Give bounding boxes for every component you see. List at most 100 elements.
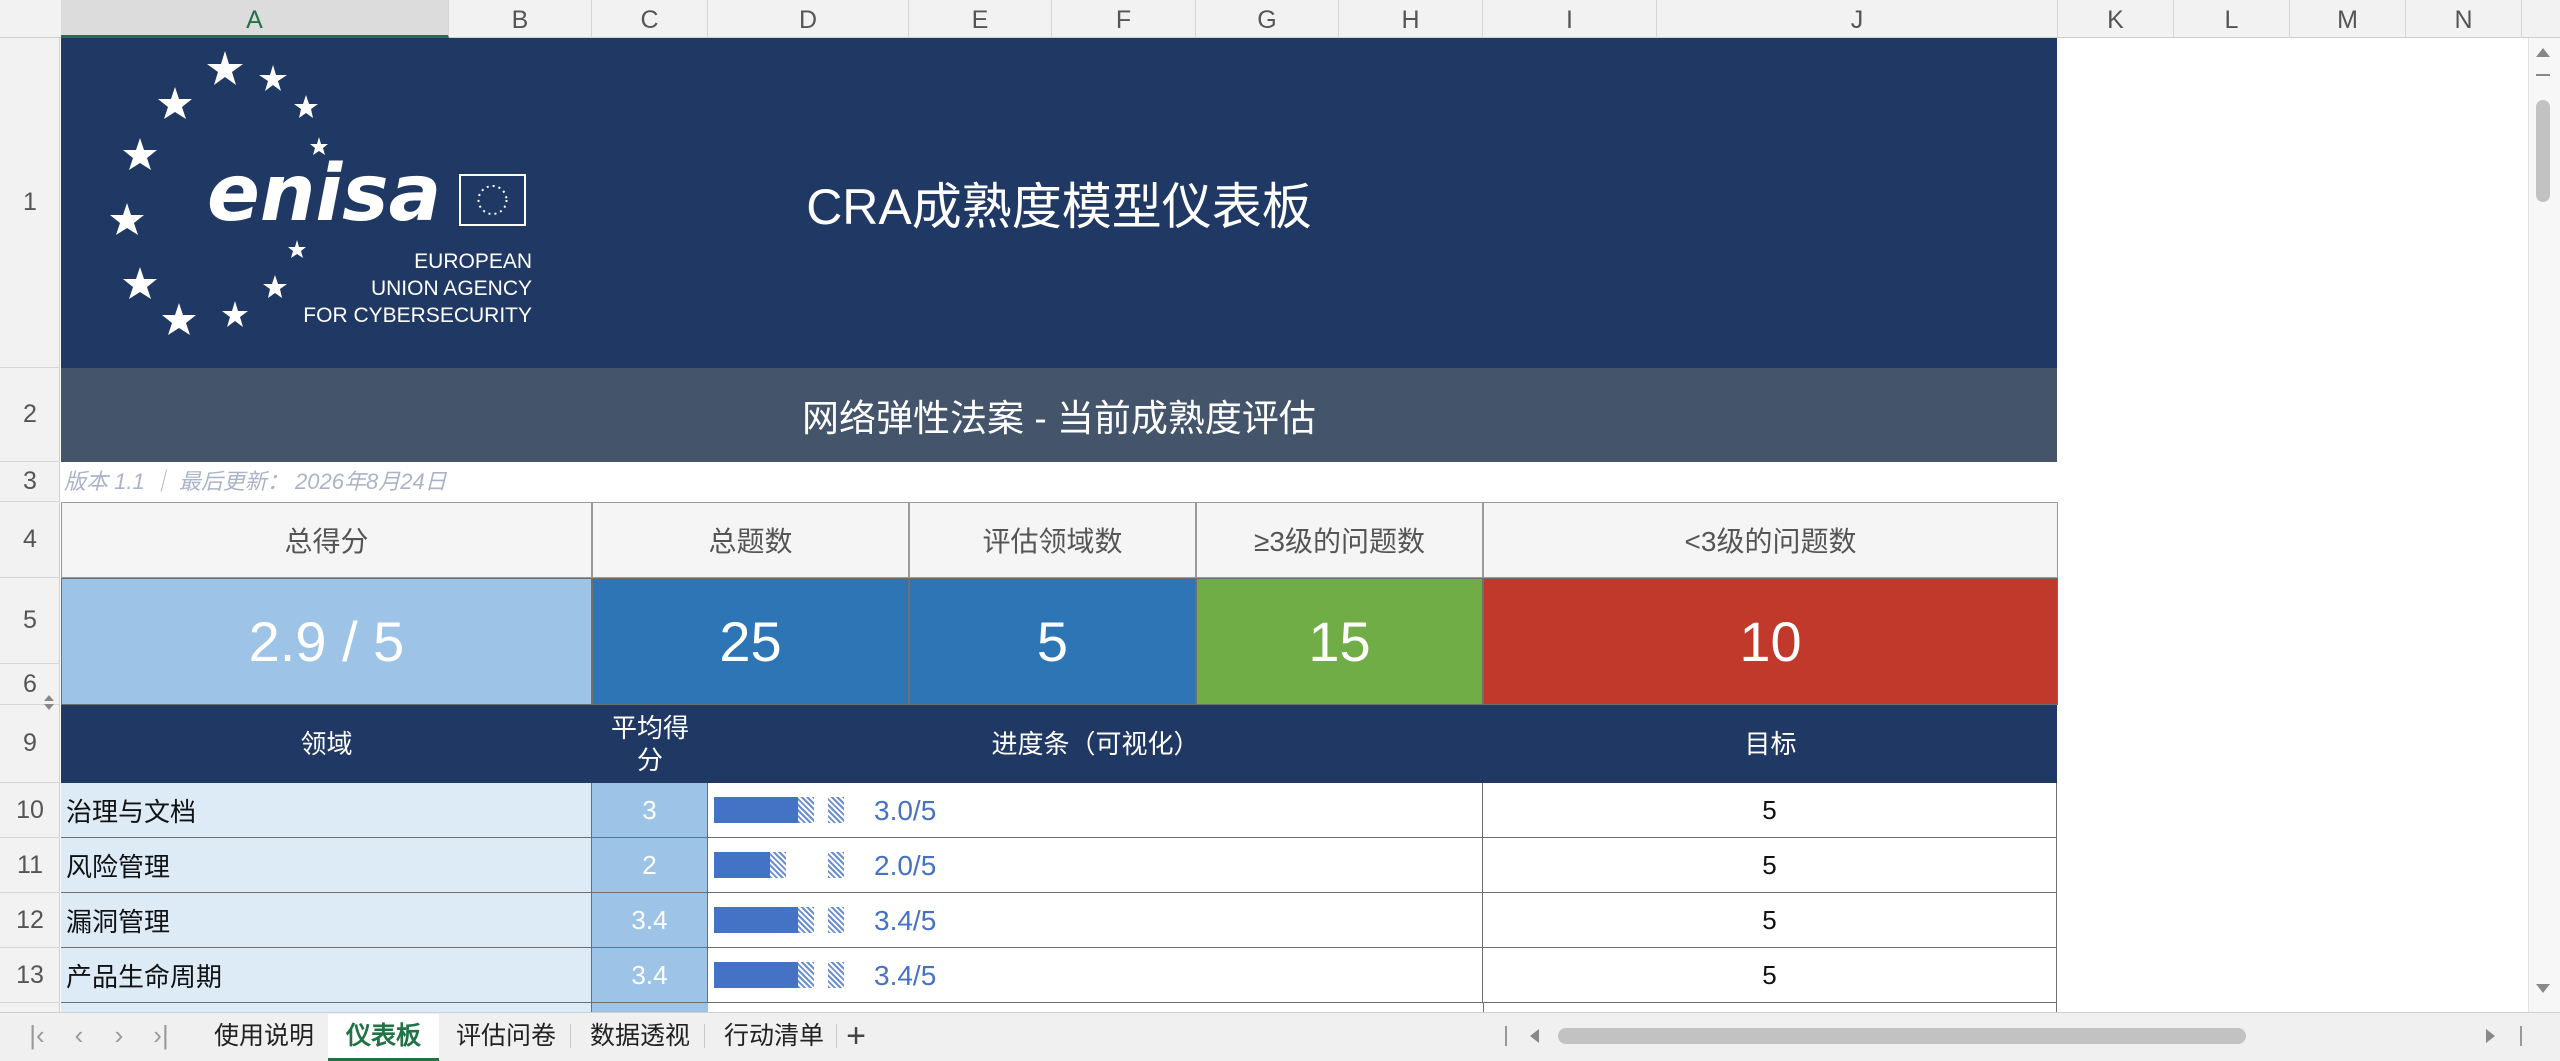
first-sheet-icon[interactable]: |‹	[22, 1020, 52, 1051]
column-header-d[interactable]: D	[708, 0, 909, 38]
horizontal-scroll-thumb[interactable]	[1558, 1028, 2246, 1044]
row-header-9[interactable]: 9	[0, 705, 60, 783]
header-avg-score: 平均得分	[610, 713, 689, 775]
kpi-label-domains: 评估领域数	[909, 502, 1196, 578]
progress-bar-fill	[714, 962, 798, 988]
kpi-label-total-score: 总得分	[61, 502, 592, 578]
score-cell[interactable]: 2	[592, 838, 708, 893]
progress-cell[interactable]: 2.0/5	[708, 838, 1483, 893]
column-header-f[interactable]: F	[1052, 0, 1196, 38]
header-target: 目标	[1744, 729, 1797, 759]
scroll-up-icon[interactable]	[2536, 48, 2550, 57]
progress-bar-partial	[770, 852, 786, 878]
progress-bar-partial	[828, 907, 844, 933]
version-info: 版本 1.1 ｜ 最后更新： 2026年8月24日	[64, 469, 447, 494]
table-row: 漏洞管理 3.4 3.4/5 5	[61, 893, 2057, 948]
progress-text: 3.0/5	[874, 795, 937, 826]
kpi-value-domains: 5	[909, 578, 1196, 705]
column-header-i[interactable]: I	[1483, 0, 1657, 38]
progress-bar-partial	[828, 852, 844, 878]
header-domain: 领域	[300, 729, 353, 759]
row-headers: 1 2 3 4 5 6 9 10 11 12 13	[0, 38, 60, 1012]
progress-bar	[714, 797, 844, 823]
domain-cell[interactable]: 治理与文档	[61, 783, 592, 838]
progress-bar-partial	[798, 797, 814, 823]
partial-row-14	[61, 1003, 2057, 1012]
sheet-tab-instructions[interactable]: 使用说明	[196, 1014, 332, 1058]
column-header-l[interactable]: L	[2174, 0, 2290, 38]
kpi-label-level-ge3: ≥3级的问题数	[1196, 502, 1483, 578]
last-sheet-icon[interactable]: ›|	[146, 1020, 176, 1051]
sheet-tab-actions[interactable]: 行动清单	[706, 1014, 842, 1058]
table-row: 治理与文档 3 3.0/5 5	[61, 783, 2057, 838]
score-cell[interactable]: 3	[592, 783, 708, 838]
header-progress: 进度条（可视化）	[991, 729, 1200, 759]
progress-bar	[714, 907, 844, 933]
target-cell[interactable]: 5	[1483, 893, 2057, 948]
dashboard-subtitle: 网络弹性法案 - 当前成熟度评估	[61, 368, 2057, 462]
collapse-hidden-rows-icon[interactable]	[44, 704, 54, 710]
next-sheet-icon[interactable]: ›	[104, 1020, 134, 1051]
scroll-end-handle[interactable]	[2520, 1026, 2522, 1046]
table-row: 风险管理 2 2.0/5 5	[61, 838, 2057, 893]
scroll-right-icon[interactable]	[2486, 1029, 2495, 1043]
kpi-value-total-score: 2.9 / 5	[61, 578, 592, 705]
progress-bar-fill	[714, 852, 770, 878]
column-header-m[interactable]: M	[2290, 0, 2406, 38]
column-header-n[interactable]: N	[2406, 0, 2522, 38]
progress-bar-partial	[798, 962, 814, 988]
row-header-13[interactable]: 13	[0, 948, 60, 1003]
prev-sheet-icon[interactable]: ‹	[64, 1020, 94, 1051]
progress-bar-partial	[828, 797, 844, 823]
progress-bar-partial	[798, 907, 814, 933]
column-headers: A B C D E F G H I J K L M N	[0, 0, 2560, 38]
target-cell[interactable]: 5	[1483, 838, 2057, 893]
progress-cell[interactable]: 3.4/5	[708, 893, 1483, 948]
kpi-value-total-questions: 25	[592, 578, 909, 705]
progress-cell[interactable]: 3.4/5	[708, 948, 1483, 1003]
row-header-3[interactable]: 3	[0, 462, 60, 502]
table-row: 产品生命周期 3.4 3.4/5 5	[61, 948, 2057, 1003]
target-cell[interactable]: 5	[1483, 783, 2057, 838]
tab-split-handle[interactable]	[1505, 1026, 1507, 1046]
row-header-2[interactable]: 2	[0, 368, 60, 462]
column-header-g[interactable]: G	[1196, 0, 1339, 38]
column-header-h[interactable]: H	[1339, 0, 1483, 38]
row-header-1[interactable]: 1	[0, 38, 60, 368]
progress-text: 3.4/5	[874, 905, 937, 936]
progress-text: 3.4/5	[874, 960, 937, 991]
row-header-4[interactable]: 4	[0, 502, 60, 578]
column-header-e[interactable]: E	[909, 0, 1052, 38]
row-header-12[interactable]: 12	[0, 893, 60, 948]
plus-icon[interactable]: +	[836, 1014, 876, 1058]
scroll-top-icon[interactable]	[2536, 74, 2550, 76]
row-header-11[interactable]: 11	[0, 838, 60, 893]
sheet-tab-dashboard[interactable]: 仪表板	[328, 1014, 440, 1061]
domain-cell[interactable]: 风险管理	[61, 838, 592, 893]
column-header-a[interactable]: A	[61, 0, 449, 38]
scroll-down-icon[interactable]	[2536, 984, 2550, 993]
expand-hidden-rows-icon[interactable]	[44, 695, 54, 701]
progress-text: 2.0/5	[874, 850, 937, 881]
score-cell[interactable]: 3.4	[592, 893, 708, 948]
score-cell[interactable]: 3.4	[592, 948, 708, 1003]
column-header-c[interactable]: C	[592, 0, 708, 38]
domain-cell[interactable]: 漏洞管理	[61, 893, 592, 948]
domain-cell[interactable]: 产品生命周期	[61, 948, 592, 1003]
kpi-label-total-questions: 总题数	[592, 502, 909, 578]
kpi-value-level-lt3: 10	[1483, 578, 2058, 705]
progress-cell[interactable]: 3.0/5	[708, 783, 1483, 838]
vertical-scroll-thumb[interactable]	[2536, 100, 2550, 202]
progress-bar-fill	[714, 797, 798, 823]
target-cell[interactable]: 5	[1483, 948, 2057, 1003]
row-header-10[interactable]: 10	[0, 783, 60, 838]
column-header-j[interactable]: J	[1657, 0, 2058, 38]
progress-bar-partial	[828, 962, 844, 988]
column-header-b[interactable]: B	[449, 0, 592, 38]
sheet-tab-pivot[interactable]: 数据透视	[572, 1014, 708, 1058]
sheet-tab-questionnaire[interactable]: 评估问卷	[438, 1014, 574, 1058]
scroll-left-icon[interactable]	[1530, 1029, 1539, 1043]
column-header-k[interactable]: K	[2058, 0, 2174, 38]
row-header-5[interactable]: 5	[0, 578, 60, 664]
dashboard-title: CRA成熟度模型仪表板	[806, 179, 1312, 235]
